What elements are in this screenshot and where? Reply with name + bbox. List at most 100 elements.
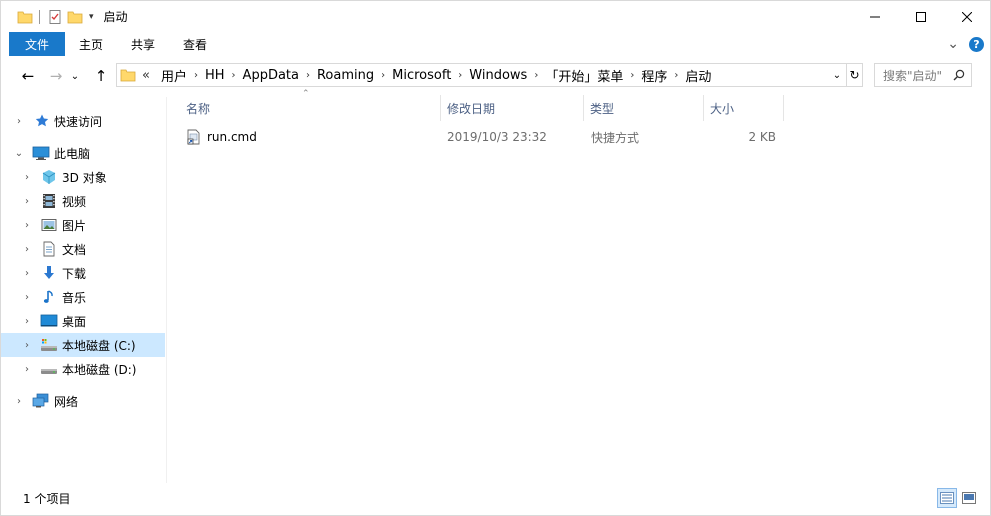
expand-chevron-icon[interactable]: › <box>21 172 33 183</box>
customize-toolbar-chevron-icon[interactable]: ▾ <box>89 12 94 22</box>
cube-icon <box>41 169 57 185</box>
expand-chevron-icon[interactable]: › <box>21 340 33 351</box>
nav-item-label: 本地磁盘 (C:) <box>62 338 136 353</box>
quick-access-toolbar: ▾ <box>17 1 104 32</box>
help-icon[interactable]: ? <box>969 36 984 52</box>
nav-item-documents[interactable]: › 文档 <box>1 237 165 261</box>
expand-chevron-icon[interactable]: › <box>21 244 33 255</box>
minimize-icon <box>870 16 880 17</box>
nav-item-label: 本地磁盘 (D:) <box>62 362 137 377</box>
nav-item-label: 快速访问 <box>54 114 103 129</box>
breadcrumb-item[interactable]: Windows <box>464 68 532 83</box>
status-bar: 1 个项目 <box>1 485 990 515</box>
breadcrumb-chevron-icon[interactable]: › <box>379 70 387 81</box>
breadcrumb-chevron-icon[interactable]: › <box>532 70 540 81</box>
maximize-button[interactable] <box>898 1 944 32</box>
breadcrumb-item[interactable]: Microsoft <box>387 68 456 83</box>
file-list: ⌃ 名称 修改日期 类型 大小 run.cmd 2019/10/3 23:32 … <box>168 89 990 483</box>
large-icons-view-icon <box>962 492 976 504</box>
ribbon-tabs: 文件 主页 共享 查看 ⌄ ? <box>1 32 990 56</box>
tab-view[interactable]: 查看 <box>169 32 221 56</box>
expand-ribbon-chevron-icon[interactable]: ⌄ <box>947 36 959 52</box>
breadcrumb-item[interactable]: Roaming <box>312 68 379 83</box>
nav-item-desktop[interactable]: › 桌面 <box>1 309 165 333</box>
breadcrumb-item[interactable]: 用户 <box>156 66 192 85</box>
expand-chevron-icon[interactable]: › <box>21 292 33 303</box>
nav-item-quick-access[interactable]: › 快速访问 <box>1 109 165 133</box>
breadcrumb-chevron-icon[interactable]: › <box>192 70 200 81</box>
nav-item-label: 3D 对象 <box>62 170 107 185</box>
drive-c-icon <box>40 337 57 353</box>
column-header-size[interactable]: 大小 <box>704 95 784 121</box>
folder-icon <box>120 67 136 83</box>
item-count: 1 个项目 <box>23 492 71 506</box>
up-button[interactable]: ↑ <box>90 65 112 87</box>
back-button[interactable]: ← <box>17 65 39 87</box>
expand-chevron-icon[interactable]: › <box>21 316 33 327</box>
expand-chevron-icon[interactable]: › <box>21 364 33 375</box>
minimize-button[interactable] <box>852 1 898 32</box>
maximize-icon <box>916 11 926 22</box>
column-header-label: 大小 <box>710 101 735 116</box>
tab-share[interactable]: 共享 <box>117 32 169 56</box>
breadcrumb-chevron-icon[interactable]: › <box>628 70 636 81</box>
nav-item-downloads[interactable]: › 下载 <box>1 261 165 285</box>
address-history-chevron-icon[interactable]: ⌄ <box>828 64 846 86</box>
nav-item-network[interactable]: › 网络 <box>1 389 165 413</box>
expand-chevron-icon[interactable]: › <box>13 116 25 127</box>
new-folder-icon[interactable] <box>67 9 83 25</box>
search-input[interactable]: 搜索"启动" <box>883 67 942 84</box>
properties-icon[interactable] <box>47 9 63 25</box>
title-bar: ▾ 启动 <box>1 1 990 32</box>
tab-home[interactable]: 主页 <box>65 32 117 56</box>
close-button[interactable] <box>944 1 990 32</box>
recent-locations-chevron-icon[interactable]: ⌄ <box>68 65 82 87</box>
file-modified: 2019/10/3 23:32 <box>447 130 547 144</box>
search-box[interactable]: 搜索"启动" <box>874 63 972 87</box>
file-row[interactable]: run.cmd 2019/10/3 23:32 快捷方式 2 KB <box>180 126 790 148</box>
file-type: 快捷方式 <box>591 130 640 145</box>
expand-chevron-icon[interactable]: › <box>21 220 33 231</box>
breadcrumb-chevron-icon[interactable]: › <box>672 70 680 81</box>
column-header-type[interactable]: 类型 <box>584 95 704 121</box>
breadcrumb-item[interactable]: 程序 <box>636 66 672 85</box>
breadcrumb-overflow-icon[interactable]: « <box>136 68 156 83</box>
nav-item-this-pc[interactable]: ⌄ 此电脑 <box>1 141 165 165</box>
breadcrumb-item[interactable]: AppData <box>238 68 304 83</box>
nav-item-pictures[interactable]: › 图片 <box>1 213 165 237</box>
expand-chevron-icon[interactable]: › <box>21 268 33 279</box>
address-bar[interactable]: « 用户 › HH › AppData › Roaming › Microsof… <box>116 63 863 87</box>
desktop-icon <box>40 313 58 329</box>
navigation-pane: › 快速访问 ⌄ 此电脑 › 3D 对象 › 视频 › 图片 › 文档 › 下载… <box>1 97 167 483</box>
refresh-icon[interactable]: ↻ <box>846 64 862 86</box>
nav-item-3d-objects[interactable]: › 3D 对象 <box>1 165 165 189</box>
drive-icon <box>40 361 57 377</box>
column-header-modified[interactable]: 修改日期 <box>441 95 584 121</box>
nav-item-videos[interactable]: › 视频 <box>1 189 165 213</box>
breadcrumb-item-current[interactable]: 启动 <box>680 66 716 85</box>
column-header-label: 名称 <box>186 101 211 116</box>
nav-item-label: 音乐 <box>62 290 87 305</box>
nav-item-drive-c[interactable]: › 本地磁盘 (C:) <box>1 333 165 357</box>
document-icon <box>41 241 57 257</box>
breadcrumb-item[interactable]: 「开始」菜单 <box>540 66 628 85</box>
nav-item-drive-d[interactable]: › 本地磁盘 (D:) <box>1 357 165 381</box>
forward-button[interactable]: → <box>45 65 67 87</box>
download-icon <box>41 265 57 281</box>
details-view-button[interactable] <box>937 488 957 508</box>
search-icon[interactable] <box>953 69 965 81</box>
collapse-chevron-icon[interactable]: ⌄ <box>13 148 25 159</box>
column-header-label: 修改日期 <box>447 101 496 116</box>
tab-file[interactable]: 文件 <box>9 32 65 56</box>
large-icons-view-button[interactable] <box>959 488 979 508</box>
breadcrumb-item[interactable]: HH <box>200 68 230 83</box>
breadcrumb-chevron-icon[interactable]: › <box>456 70 464 81</box>
expand-chevron-icon[interactable]: › <box>13 396 25 407</box>
nav-item-music[interactable]: › 音乐 <box>1 285 165 309</box>
nav-item-label: 文档 <box>62 242 87 257</box>
breadcrumb-chevron-icon[interactable]: › <box>304 70 312 81</box>
breadcrumb: « 用户 › HH › AppData › Roaming › Microsof… <box>136 64 716 86</box>
column-header-name[interactable]: 名称 <box>180 95 441 121</box>
expand-chevron-icon[interactable]: › <box>21 196 33 207</box>
breadcrumb-chevron-icon[interactable]: › <box>230 70 238 81</box>
